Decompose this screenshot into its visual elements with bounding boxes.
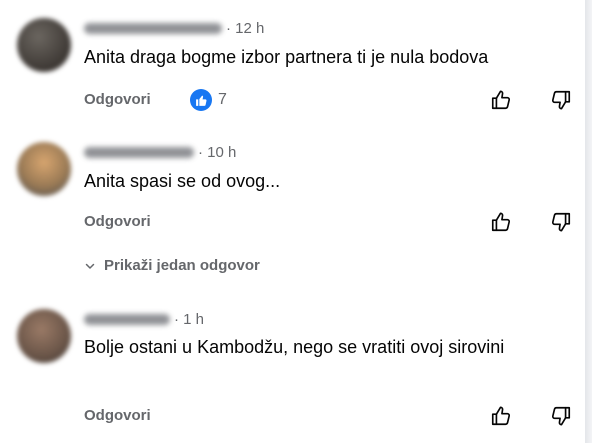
commenter-avatar[interactable] <box>17 18 71 72</box>
thumbs-down-icon <box>551 212 571 232</box>
like-reaction-icon <box>190 89 212 111</box>
comment-text: Bolje ostani u Kambodžu, nego se vratiti… <box>84 337 505 357</box>
commenter-name[interactable] <box>84 313 170 325</box>
comment-timestamp[interactable]: · 1 h <box>174 311 204 328</box>
show-replies-button[interactable]: Prikaži jedan odgovor <box>84 257 260 274</box>
upvote-button[interactable] <box>490 211 512 238</box>
right-edge-divider <box>585 0 592 443</box>
upvote-button[interactable] <box>490 405 512 432</box>
thumbs-down-icon <box>551 406 571 426</box>
reply-button[interactable]: Odgovori <box>84 407 151 424</box>
upvote-button[interactable] <box>490 89 512 116</box>
comment-timestamp[interactable]: · 12 h <box>226 20 264 37</box>
comment-text: Anita draga bogme izbor partnera ti je n… <box>84 47 489 67</box>
thumbs-up-icon <box>491 406 511 426</box>
commenter-avatar[interactable] <box>17 142 71 196</box>
chevron-down-icon <box>85 263 95 269</box>
reply-button[interactable]: Odgovori <box>84 91 151 108</box>
reply-button[interactable]: Odgovori <box>84 213 151 230</box>
downvote-button[interactable] <box>550 405 572 432</box>
downvote-button[interactable] <box>550 89 572 116</box>
thumbs-down-icon <box>551 90 571 110</box>
comment-text: Anita spasi se od ovog... <box>84 171 281 191</box>
commenter-avatar[interactable] <box>17 309 71 363</box>
reaction-summary[interactable]: 7 <box>190 89 227 111</box>
downvote-button[interactable] <box>550 211 572 238</box>
reaction-count: 7 <box>218 91 227 108</box>
thumbs-up-icon <box>491 90 511 110</box>
show-replies-label: Prikaži jedan odgovor <box>104 257 260 274</box>
comment-timestamp[interactable]: · 10 h <box>198 144 236 161</box>
commenter-name[interactable] <box>84 146 194 158</box>
commenter-name[interactable] <box>84 22 222 34</box>
thumbs-up-icon <box>491 212 511 232</box>
